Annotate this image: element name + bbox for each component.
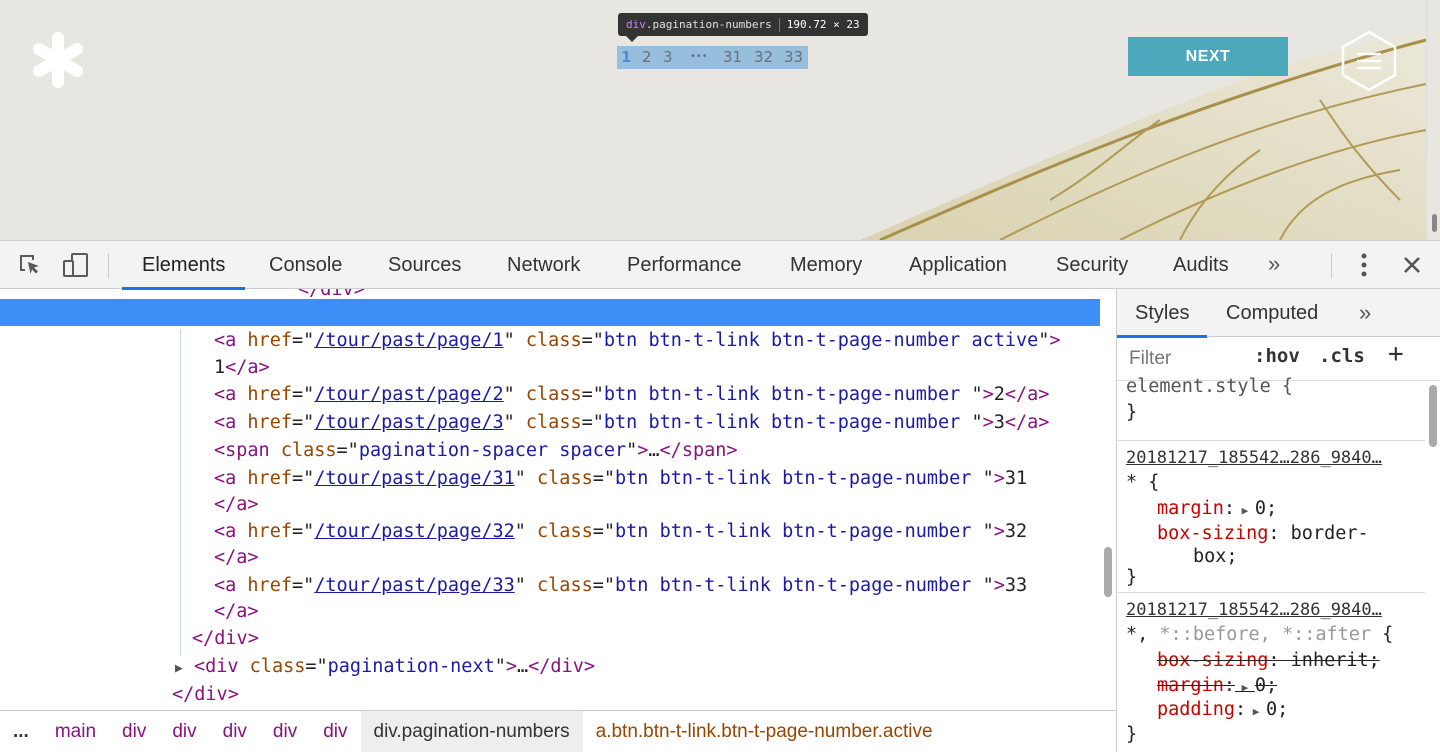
breadcrumb-main[interactable]: main [42,711,109,752]
universal-rule: 20181217_185542…286_9840… * { margin: ▶ … [1117,441,1425,593]
kebab-menu-icon[interactable] [1350,251,1378,279]
tooltip-size: 190.72 × 23 [786,18,860,31]
close-icon[interactable] [1398,251,1426,279]
node-close-a[interactable]: </a> [214,598,259,625]
page-viewport: div .pagination-numbers 190.72 × 23 1 2 3… [0,0,1440,240]
page-link-31[interactable]: 31 [723,48,742,66]
node-a-page-3[interactable]: <a href="/tour/past/page/3" class="btn b… [214,409,1049,436]
menu-hexagon-icon[interactable] [1340,30,1398,92]
device-toolbar-icon[interactable] [62,251,90,279]
tab-styles[interactable]: Styles [1117,289,1209,338]
elements-tree: </div> ... ▼ <div class="pagination-numb… [0,289,1116,710]
rule-close-brace: } [1126,402,1138,423]
devtools-toolbar: Elements Console Sources Network Perform… [0,241,1440,290]
more-panes-icon[interactable]: » [1359,289,1371,337]
styles-scrollbar[interactable] [1426,381,1440,752]
node-close-div[interactable]: </div> [192,625,259,652]
inspect-tooltip: div .pagination-numbers 190.72 × 23 [618,13,868,42]
element-style-selector[interactable]: element.style { [1126,375,1293,399]
selected-node-row[interactable]: ... ▼ <div class="pagination-numbers"> =… [0,299,1100,404]
tab-computed[interactable]: Computed [1226,289,1318,337]
node-text-1[interactable]: 1</a> [214,354,270,381]
node-a-page-2[interactable]: <a href="/tour/past/page/2" class="btn b… [214,381,1049,408]
elements-scrollbar[interactable] [1101,289,1116,710]
tab-audits[interactable]: Audits [1173,241,1229,289]
styles-tabs: Styles Computed » [1117,289,1440,338]
tab-application[interactable]: Application [909,241,1007,289]
rule-close-brace: } [1126,724,1138,745]
stylesheet-link[interactable]: 20181217_185542…286_9840… [1126,598,1382,622]
pagination-numbers: 1 2 3 ••• 31 32 33 [617,46,808,69]
expand-triangle-icon[interactable]: ▼ [175,353,183,380]
rule-selector[interactable]: *, *::before, *::after { [1126,623,1393,647]
breadcrumb-pagination-numbers[interactable]: div.pagination-numbers [360,710,583,752]
css-declaration[interactable]: box-sizing: border- [1157,522,1369,546]
page-link-2[interactable]: 2 [642,48,652,66]
node-close-a[interactable]: </a> [214,491,259,518]
hov-toggle[interactable]: :hov [1254,345,1300,367]
next-button[interactable]: NEXT [1128,37,1288,76]
page-link-32[interactable]: 32 [754,48,773,66]
node-close-a[interactable]: </a> [214,544,259,571]
rule-close-brace: } [1126,567,1138,588]
tab-security[interactable]: Security [1056,241,1128,289]
node-a-page-33[interactable]: <a href="/tour/past/page/33" class="btn … [214,572,1027,599]
breadcrumb-active-link[interactable]: a.btn.btn-t-link.btn-t-page-number.activ… [583,711,946,752]
css-declaration-continued: box; [1193,546,1238,567]
css-declaration-overridden[interactable]: margin: ▶ 0; [1157,674,1277,698]
row-ellipsis[interactable]: ... [4,326,33,353]
tab-console[interactable]: Console [269,241,342,289]
node-a-page-31[interactable]: <a href="/tour/past/page/31" class="btn … [214,465,1027,492]
new-style-rule-button[interactable]: + [1388,339,1404,369]
styles-filter-input[interactable] [1121,344,1237,374]
element-style-rule: element.style { } [1117,376,1425,441]
devtools-panel: Elements Console Sources Network Perform… [0,240,1440,752]
expand-triangle-icon[interactable]: ▶ [175,661,183,676]
breadcrumb-div[interactable]: div [310,711,360,752]
node-pagination-next[interactable]: ▶ <div class="pagination-next">…</div> [175,653,595,680]
page-link-3[interactable]: 3 [663,48,673,66]
breadcrumb: ... main div div div div div div.paginat… [0,710,1116,752]
tab-performance[interactable]: Performance [627,241,742,289]
css-declaration[interactable]: margin: ▶ 0; [1157,497,1277,521]
breadcrumb-div[interactable]: div [260,711,310,752]
css-declaration-overridden[interactable]: box-sizing: inherit; [1157,649,1380,673]
breadcrumb-div[interactable]: div [159,711,209,752]
page-link-33[interactable]: 33 [784,48,803,66]
tab-elements[interactable]: Elements [121,241,246,290]
breadcrumb-ellipsis[interactable]: ... [0,711,42,752]
node-span-spacer[interactable]: <span class="pagination-spacer spacer">…… [214,437,738,464]
stylesheet-link[interactable]: 20181217_185542…286_9840… [1126,446,1382,470]
tab-memory[interactable]: Memory [790,241,862,289]
tab-network[interactable]: Network [507,241,580,289]
pagination-spacer: ••• [690,51,708,62]
node-a-page-1[interactable]: <a href="/tour/past/page/1" class="btn b… [214,327,1061,354]
css-declaration[interactable]: padding: ▶ 0; [1157,698,1288,722]
pseudo-element-rule: 20181217_185542…286_9840… *, *::before, … [1117,593,1425,752]
node-close-div[interactable]: </div> [172,681,239,708]
tab-sources[interactable]: Sources [388,241,461,289]
wing-background-image [860,34,1427,240]
inspect-element-icon[interactable] [16,251,44,279]
tooltip-class: .pagination-numbers [645,18,772,31]
logo-asterisk-icon [32,32,84,88]
viewport-scrollbar[interactable] [1426,0,1440,240]
styles-sidebar: Styles Computed » :hov .cls + element.st… [1116,289,1440,752]
tooltip-tag: div [626,18,646,31]
rule-selector[interactable]: * { [1126,471,1159,495]
cls-toggle[interactable]: .cls [1319,345,1365,367]
breadcrumb-div[interactable]: div [109,711,159,752]
node-a-page-32[interactable]: <a href="/tour/past/page/32" class="btn … [214,518,1027,545]
page-link-1[interactable]: 1 [621,48,631,66]
more-tabs-icon[interactable]: » [1268,251,1280,277]
breadcrumb-div[interactable]: div [210,711,260,752]
href-link[interactable]: /tour/past/page/1 [314,330,503,351]
